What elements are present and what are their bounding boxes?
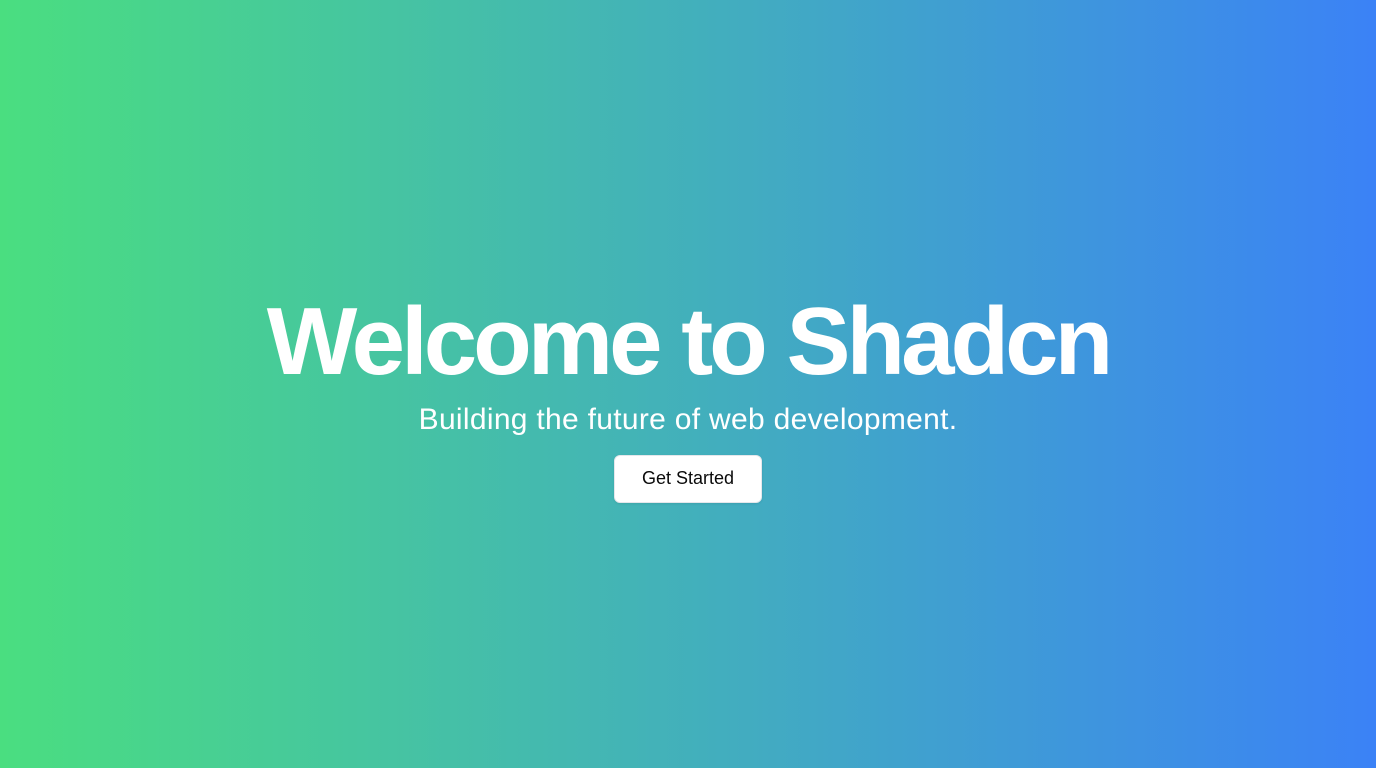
hero-subtitle: Building the future of web development. [418,402,958,436]
get-started-button[interactable]: Get Started [614,454,762,503]
hero-section: Welcome to Shadcn Building the future of… [0,0,1376,768]
hero-title: Welcome to Shadcn [266,287,1113,395]
